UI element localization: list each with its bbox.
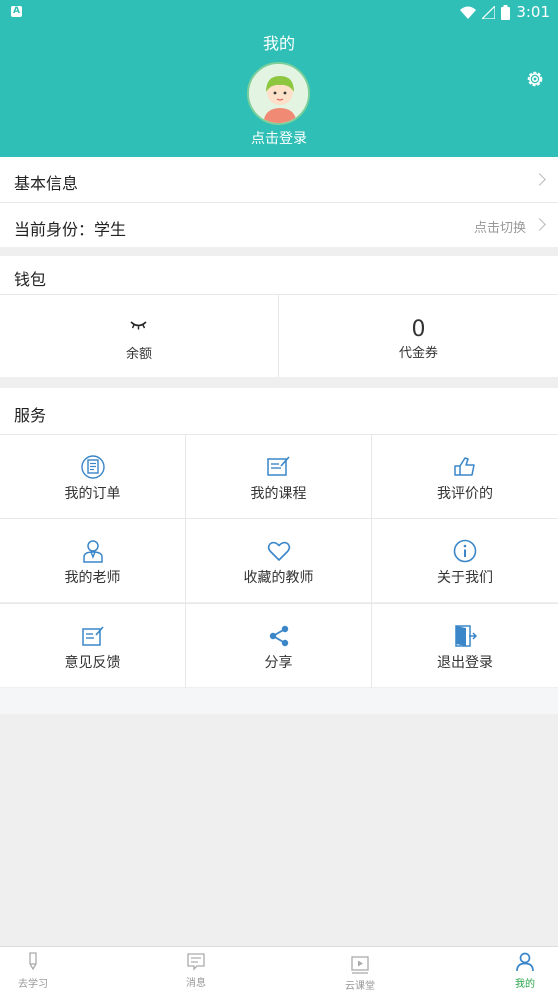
tab-mine[interactable]: 我的 <box>485 947 558 992</box>
service-item-label: 退出登录 <box>437 655 493 671</box>
service-item[interactable]: 退出登录 <box>372 604 558 687</box>
clock: 3:01 <box>516 3 550 21</box>
status-bar: A 3:01 <box>0 0 558 24</box>
service-item[interactable]: 我的订单 <box>0 435 185 518</box>
service-item[interactable]: 分享 <box>186 604 371 687</box>
info-icon <box>453 539 477 563</box>
voucher-cell[interactable]: 0 代金券 <box>279 295 558 377</box>
system-status: 3:01 <box>460 3 550 21</box>
login-link[interactable]: 点击登录 <box>0 128 558 148</box>
wifi-icon <box>460 6 477 19</box>
service-item-label: 我的课程 <box>250 486 307 502</box>
service-item[interactable]: 我的老师 <box>0 519 185 602</box>
tab-label: 云课堂 <box>345 981 375 992</box>
balance-label: 余额 <box>125 347 152 362</box>
basic-info-label: 基本信息 <box>14 174 79 193</box>
logout-icon <box>455 625 477 647</box>
share-icon <box>269 625 288 647</box>
video-icon <box>351 956 369 974</box>
service-item-label: 我的订单 <box>64 486 121 502</box>
thumbs-up-icon <box>454 457 475 476</box>
profile-header: 我的 点击登录 <box>0 24 558 157</box>
identity-label: 当前身份：学生 <box>14 220 127 239</box>
avatar-girl-icon <box>249 64 308 123</box>
tab-cloud-class[interactable]: 云课堂 <box>320 947 400 992</box>
feedback-icon <box>81 626 104 646</box>
app-notification-icon: A <box>11 6 22 17</box>
settings-gear-icon[interactable] <box>524 68 546 90</box>
avatar[interactable] <box>247 62 310 125</box>
tab-label: 我的 <box>515 979 535 990</box>
voucher-count: 0 <box>411 317 426 342</box>
service-item[interactable]: 我评价的 <box>372 435 558 518</box>
chevron-right-icon <box>533 173 546 186</box>
grid-divider <box>185 435 186 688</box>
person-icon <box>516 952 534 972</box>
service-item-label: 意见反馈 <box>64 655 121 671</box>
heart-icon <box>267 541 290 561</box>
wallet-title: 钱包 <box>14 270 47 289</box>
services-section-header: 服务 <box>0 388 558 434</box>
service-item-label: 我的老师 <box>64 570 121 586</box>
services-title: 服务 <box>14 406 47 425</box>
tab-messages[interactable]: 消息 <box>156 947 236 992</box>
grid-footer-spacer <box>0 688 558 714</box>
service-item-label: 分享 <box>264 655 293 671</box>
battery-icon <box>501 4 511 20</box>
service-item[interactable]: 意见反馈 <box>0 604 185 687</box>
service-item-label: 我评价的 <box>437 486 493 502</box>
pen-icon <box>29 952 37 971</box>
service-item[interactable]: 我的课程 <box>186 435 371 518</box>
voucher-label: 代金券 <box>398 346 438 361</box>
eye-closed-icon[interactable] <box>130 320 147 330</box>
teacher-icon <box>82 540 103 563</box>
message-icon <box>187 953 205 971</box>
course-icon <box>266 456 290 476</box>
identity-row[interactable]: 当前身份：学生 点击切换 <box>0 203 558 247</box>
chevron-right-icon <box>533 218 546 231</box>
signal-icon <box>482 5 496 19</box>
service-item-label: 收藏的教师 <box>243 570 314 586</box>
grid-divider <box>0 518 558 519</box>
switch-identity-hint: 点击切换 <box>473 221 526 236</box>
tab-label: 消息 <box>186 978 206 989</box>
basic-info-row[interactable]: 基本信息 <box>0 157 558 202</box>
grid-divider <box>371 435 372 688</box>
service-item[interactable]: 收藏的教师 <box>186 519 371 602</box>
bottom-tab-bar: 去学习 消息 云课堂 我的 <box>0 946 558 992</box>
tab-label: 去学习 <box>18 979 48 990</box>
grid-divider <box>0 603 558 604</box>
service-item-label: 关于我们 <box>437 570 493 586</box>
wallet-section-header: 钱包 <box>0 256 558 294</box>
balance-cell[interactable]: 余额 <box>0 295 278 377</box>
service-item[interactable]: 关于我们 <box>372 519 558 602</box>
order-icon <box>80 455 105 479</box>
page-title: 我的 <box>262 34 295 53</box>
tab-study[interactable]: 去学习 <box>0 947 73 992</box>
